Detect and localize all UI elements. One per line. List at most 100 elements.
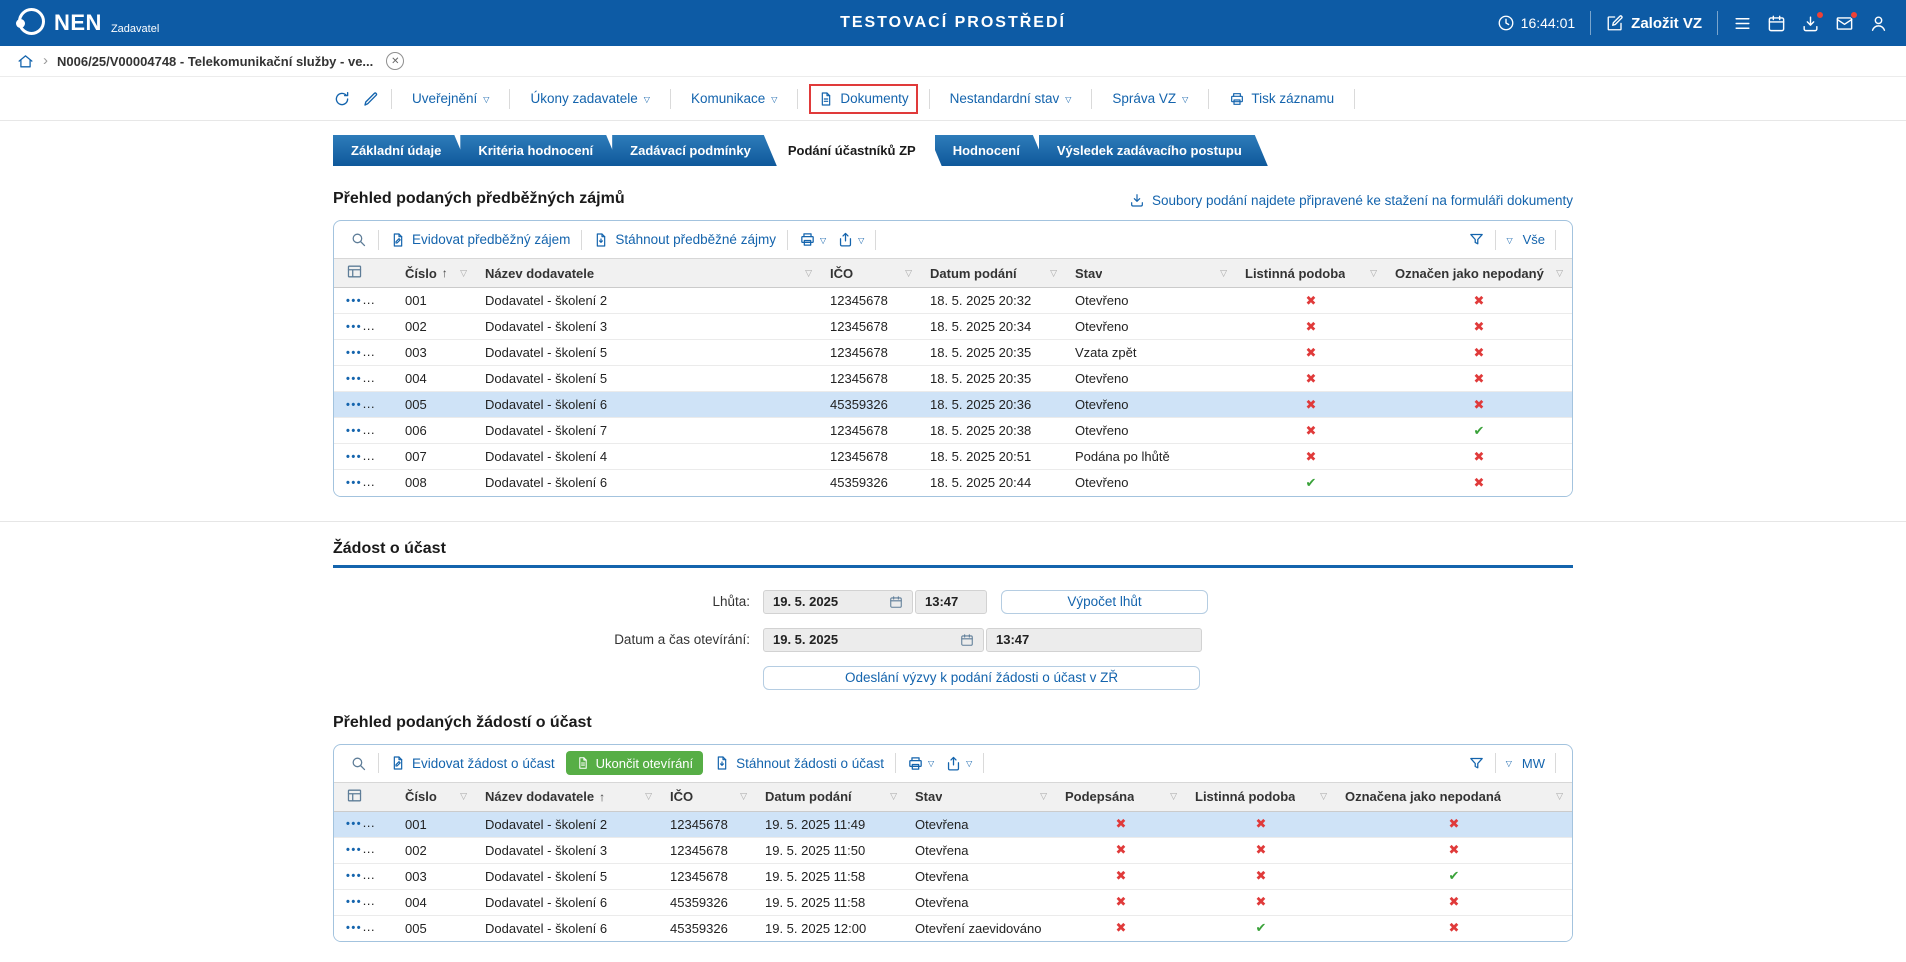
record-breadcrumb[interactable]: N006/25/V00004748 - Telekomunikační služ… <box>57 54 373 69</box>
row-actions-icon[interactable]: ••• <box>346 344 375 359</box>
row-actions-icon[interactable]: ••• <box>346 893 375 908</box>
print-menu-button[interactable]: ▽ <box>907 755 934 772</box>
column-header-listinna-podoba[interactable]: Listinná podoba ▽ <box>1236 258 1386 288</box>
column-header-cislo[interactable]: Číslo ▽ <box>396 781 476 812</box>
row-actions-icon[interactable]: ••• <box>346 448 375 463</box>
menu-item-tisk-zaznamu[interactable]: Tisk záznamu <box>1220 84 1343 114</box>
table-settings-icon[interactable] <box>334 781 396 812</box>
row-actions-icon[interactable]: ••• <box>346 292 375 307</box>
user-icon[interactable] <box>1869 14 1888 33</box>
ukoncit-oteviranie-button[interactable]: Ukončit otevírání <box>565 751 704 775</box>
table-row[interactable]: ••• i 005 Dodavatel - školení 6 45359326 19. … <box>334 915 1572 941</box>
vypocet-lhut-button[interactable]: Výpočet lhůt <box>1001 589 1208 614</box>
column-filter-icon[interactable]: ▽ <box>460 791 467 802</box>
table-row[interactable]: ••• i 004 Dodavatel - školení 6 45359326 19. … <box>334 889 1572 916</box>
column-filter-icon[interactable]: ▽ <box>740 791 747 802</box>
home-icon[interactable] <box>17 53 34 70</box>
column-header-datum-podani[interactable]: Datum podání ▽ <box>921 258 1066 288</box>
calendar-icon[interactable] <box>1767 14 1786 33</box>
row-actions-icon[interactable]: ••• <box>346 867 375 882</box>
row-actions-icon[interactable]: ••• <box>346 474 375 489</box>
view-selector[interactable]: Vše <box>1523 232 1545 247</box>
print-menu-button[interactable]: ▽ <box>799 231 826 248</box>
column-header-stav[interactable]: Stav ▽ <box>1066 258 1236 288</box>
table-row[interactable]: ••• i 007 Dodavatel - školení 4 12345678 18. … <box>334 443 1572 470</box>
edit-icon[interactable] <box>362 90 380 108</box>
tab-hodnoceni[interactable]: Hodnocení <box>935 135 1046 166</box>
create-vz-button[interactable]: Založit VZ <box>1606 14 1702 32</box>
column-filter-icon[interactable]: ▽ <box>1040 791 1047 802</box>
tab-zadavaci-podminky[interactable]: Zadávací podmínky <box>612 135 777 166</box>
calendar-icon[interactable] <box>960 633 974 647</box>
row-actions-icon[interactable]: ••• <box>346 919 375 934</box>
row-actions-icon[interactable]: ••• <box>346 422 375 437</box>
lhuta-time-field[interactable]: 13:47 <box>915 589 987 614</box>
table-row[interactable]: ••• i 002 Dodavatel - školení 3 12345678 18. … <box>334 313 1572 340</box>
column-header-oznacena-jako-nepodana[interactable]: Označena jako nepodaná ▽ <box>1336 781 1572 812</box>
tab-vysledek-zadavaciho-postupu[interactable]: Výsledek zadávacího postupu <box>1039 135 1268 166</box>
column-filter-icon[interactable]: ▽ <box>1170 791 1177 802</box>
menu-item-ukony-zadavatele[interactable]: Úkony zadavatele ▽ <box>521 84 658 113</box>
opening-time-field[interactable]: 13:47 <box>986 627 1202 652</box>
calendar-icon[interactable] <box>889 595 903 609</box>
table-row[interactable]: ••• i 003 Dodavatel - školení 5 12345678 19. … <box>334 863 1572 890</box>
column-filter-icon[interactable]: ▽ <box>460 268 467 279</box>
search-icon[interactable] <box>350 231 367 248</box>
column-header-nazev-dodavatele[interactable]: Název dodavatele ↑ ▽ <box>476 781 661 812</box>
column-filter-icon[interactable]: ▽ <box>645 791 652 802</box>
menu-item-sprava-vz[interactable]: Správa VZ ▽ <box>1103 84 1197 113</box>
row-actions-icon[interactable]: ••• <box>346 815 375 830</box>
column-header-ico[interactable]: IČO ▽ <box>821 258 921 288</box>
odeslani-vyzvy-button[interactable]: Odeslání výzvy k podání žádosti o účast … <box>763 665 1200 690</box>
view-dropdown-icon[interactable]: ▽ <box>1506 759 1512 768</box>
column-header-listinna-podoba[interactable]: Listinná podoba ▽ <box>1186 781 1336 812</box>
row-actions-icon[interactable]: ••• <box>346 370 375 385</box>
row-actions-icon[interactable]: ••• <box>346 841 375 856</box>
view-selector[interactable]: MW <box>1522 756 1545 771</box>
refresh-icon[interactable] <box>333 90 351 108</box>
menu-item-dokumenty[interactable]: Dokumenty <box>809 83 918 114</box>
column-header-nazev-dodavatele[interactable]: Název dodavatele ▽ <box>476 258 821 288</box>
table-row[interactable]: ••• i 005 Dodavatel - školení 6 45359326 18. … <box>334 391 1572 418</box>
table-row[interactable]: ••• i 008 Dodavatel - školení 6 45359326 18. … <box>334 469 1572 496</box>
messages-icon[interactable] <box>1835 10 1858 33</box>
filter-icon[interactable] <box>1468 231 1485 248</box>
menu-item-nestandardni-stav[interactable]: Nestandardní stav ▽ <box>941 84 1081 113</box>
column-filter-icon[interactable]: ▽ <box>890 791 897 802</box>
tab-podani-ucastniku-zp[interactable]: Podání účastníků ZP <box>770 135 942 166</box>
table-row[interactable]: ••• i 006 Dodavatel - školení 7 12345678 18. … <box>334 417 1572 444</box>
tab-zakladni-udaje[interactable]: Základní údaje <box>333 135 467 166</box>
downloads-icon[interactable] <box>1801 10 1824 33</box>
column-filter-icon[interactable]: ▽ <box>805 268 812 279</box>
column-header-podepsana[interactable]: Podepsána ▽ <box>1056 781 1186 812</box>
files-download-link[interactable]: Soubory podání najdete připravené ke sta… <box>1129 192 1573 208</box>
menu-icon[interactable] <box>1733 14 1752 33</box>
table-row[interactable]: ••• i 004 Dodavatel - školení 5 12345678 18. … <box>334 365 1572 392</box>
nen-logo-icon[interactable] <box>16 8 45 38</box>
opening-date-field[interactable]: 19. 5. 2025 <box>763 627 984 652</box>
row-actions-icon[interactable]: ••• <box>346 396 375 411</box>
menu-item-uverejneni[interactable]: Uveřejnění ▽ <box>403 84 498 113</box>
column-filter-icon[interactable]: ▽ <box>1370 268 1377 279</box>
stahnout-zadosti-button[interactable]: Stáhnout žádosti o účast <box>714 755 884 771</box>
evidovat-zadost-button[interactable]: Evidovat žádost o účast <box>390 755 555 771</box>
close-record-icon[interactable]: ✕ <box>386 52 405 70</box>
tab-kriteria-hodnoceni[interactable]: Kritéria hodnocení <box>460 135 619 166</box>
column-filter-icon[interactable]: ▽ <box>1320 791 1327 802</box>
column-header-oznacen-jako-nepodany[interactable]: Označen jako nepodaný ▽ <box>1386 258 1572 288</box>
lhuta-date-field[interactable]: 19. 5. 2025 <box>763 589 913 614</box>
table-row[interactable]: ••• i 002 Dodavatel - školení 3 12345678 19. … <box>334 837 1572 864</box>
export-menu-button[interactable]: ▽ <box>945 755 972 772</box>
column-header-cislo[interactable]: Číslo ↑ ▽ <box>396 258 476 288</box>
column-filter-icon[interactable]: ▽ <box>905 268 912 279</box>
column-filter-icon[interactable]: ▽ <box>1556 268 1563 279</box>
export-menu-button[interactable]: ▽ <box>837 231 864 248</box>
column-filter-icon[interactable]: ▽ <box>1220 268 1227 279</box>
stahnout-predbezne-zajmy-button[interactable]: Stáhnout předběžné zájmy <box>593 232 776 248</box>
search-icon[interactable] <box>350 755 367 772</box>
column-header-datum-podani[interactable]: Datum podání ▽ <box>756 781 906 812</box>
row-actions-icon[interactable]: ••• <box>346 318 375 333</box>
table-row[interactable]: ••• i 003 Dodavatel - školení 5 12345678 18. … <box>334 339 1572 366</box>
table-settings-icon[interactable] <box>334 258 396 288</box>
table-row[interactable]: ••• i 001 Dodavatel - školení 2 12345678 18. … <box>334 287 1572 314</box>
